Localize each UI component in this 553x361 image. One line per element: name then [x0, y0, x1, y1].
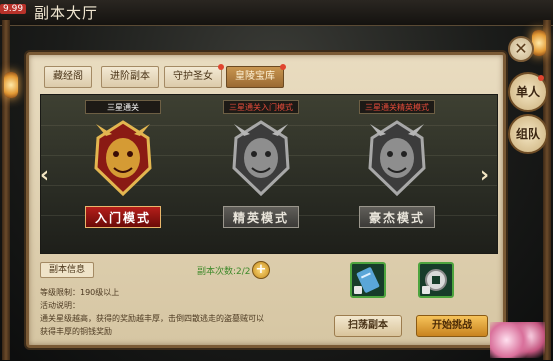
tab-imperial-treasury[interactable]: 皇陵宝库	[226, 64, 286, 88]
top-bar: 9.99 副本大厅	[0, 0, 553, 26]
description-line-1: 通关星级越高，获得的奖励越丰厚，击倒四散逃走的盗墓贼可以	[40, 314, 264, 323]
notification-dot	[280, 64, 286, 70]
plus-icon: +	[255, 262, 267, 277]
mode-badge: 三星通关入门模式	[223, 100, 299, 114]
mode-card-hero[interactable]: 三星通关精英模式 豪杰模式	[352, 100, 442, 228]
tab-label: 守护圣女	[173, 71, 213, 82]
solo-mode-button[interactable]: 单人	[508, 72, 548, 112]
reward-item-scroll[interactable]	[350, 262, 386, 298]
mode-label: 入门模式	[85, 206, 161, 228]
tab-label: 皇陵宝库	[235, 71, 275, 82]
tab-label: 藏经阁	[53, 71, 83, 82]
sweep-dungeon-button[interactable]: 扫荡副本	[334, 315, 402, 337]
mode-badge: 三星通关	[85, 100, 161, 114]
mode-card-beginner[interactable]: 三星通关 入门模式	[78, 100, 168, 228]
left-pillar	[2, 20, 10, 360]
dungeon-count: 副本次数:2/2	[197, 267, 251, 277]
close-button[interactable]: ✕	[508, 36, 534, 62]
fps-indicator: 9.99	[0, 4, 27, 14]
description-line-2: 获得丰厚的铜钱奖励	[40, 327, 112, 336]
notification-dot	[538, 75, 544, 81]
notification-dot	[218, 64, 224, 70]
mode-card-elite[interactable]: 三星通关入门模式 精英模式	[216, 100, 306, 228]
description-label: 活动说明：	[40, 301, 80, 310]
lock-icon	[422, 286, 430, 294]
arrow-left-icon[interactable]: ‹	[40, 163, 49, 188]
dungeon-info-title: 副本信息	[40, 262, 95, 278]
lock-icon	[354, 286, 362, 294]
page-title: 副本大厅	[34, 4, 99, 22]
mode-badge: 三星通关精英模式	[359, 100, 435, 114]
arrow-right-icon[interactable]: ›	[480, 163, 489, 188]
silver-demon-emblem-icon	[232, 120, 290, 197]
tab-guard-saintess[interactable]: 守护圣女	[164, 64, 224, 88]
add-count-button[interactable]: +	[252, 261, 270, 279]
left-lantern	[4, 72, 18, 98]
mode-label: 豪杰模式	[359, 206, 435, 228]
team-label: 组队	[515, 127, 540, 141]
tab-cangjingge[interactable]: 藏经阁	[44, 66, 92, 88]
close-icon: ✕	[514, 39, 528, 58]
mode-label: 精英模式	[223, 206, 299, 228]
right-pillar	[543, 20, 551, 360]
silver-demon-emblem-icon	[368, 120, 426, 197]
start-challenge-button[interactable]: 开始挑战	[416, 315, 488, 337]
gold-demon-emblem-icon	[94, 120, 152, 197]
level-limit-text: 等级限制：190级以上	[40, 288, 120, 297]
reward-item-coin[interactable]	[418, 262, 454, 298]
tab-advanced-dungeon[interactable]: 进阶副本	[101, 66, 159, 88]
decorative-flower	[490, 322, 545, 358]
team-mode-button[interactable]: 组队	[508, 114, 548, 154]
tab-label: 进阶副本	[110, 71, 150, 82]
right-lantern	[532, 30, 546, 56]
solo-label: 单人	[515, 85, 540, 99]
